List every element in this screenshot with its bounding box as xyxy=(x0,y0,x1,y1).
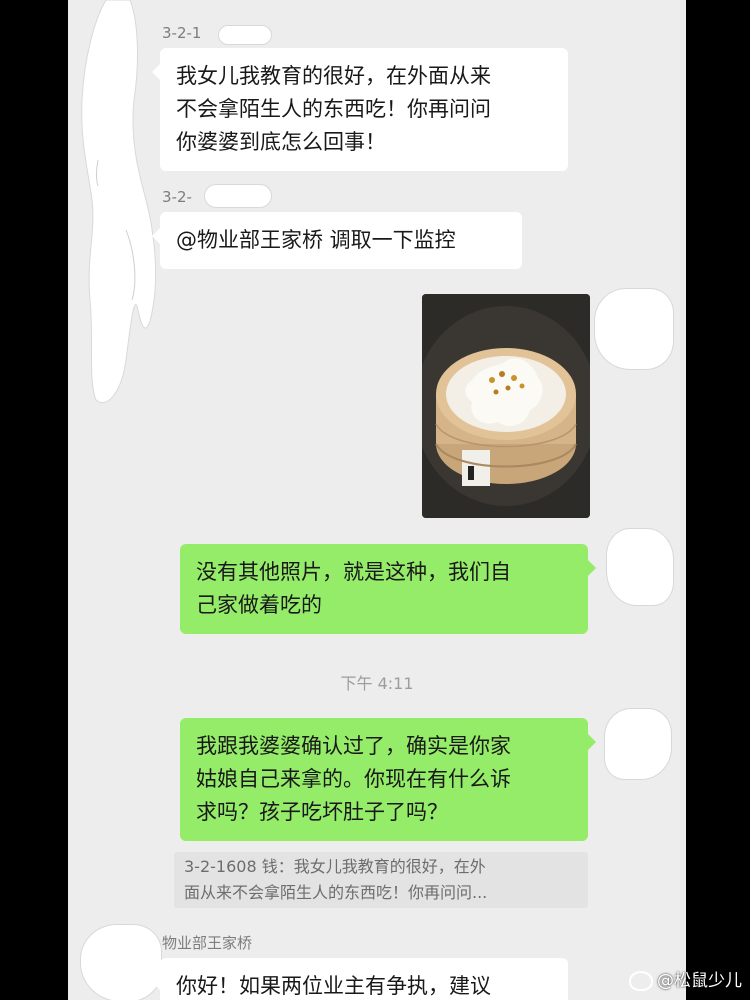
watermark: @松鼠少儿 xyxy=(629,966,742,991)
steamed-cake-photo[interactable] xyxy=(422,294,590,518)
message-6-line-1: 我跟我婆婆确认过了，确实是你家 xyxy=(196,734,511,758)
chat-screen[interactable]: 3-2-1 我女儿我教育的很好，在外面从来 不会拿陌生人的东西吃！你再问问 你婆… xyxy=(68,0,686,1000)
message-1-line-2: 不会拿陌生人的东西吃！你再问问 xyxy=(176,97,491,121)
message-6-line-3: 求吗？孩子吃坏肚子了吗？ xyxy=(196,800,448,824)
redacted-name-1 xyxy=(218,25,272,45)
message-4-line-1: 没有其他照片，就是这种，我们自 xyxy=(196,560,511,584)
redacted-avatar-self-2 xyxy=(606,528,674,606)
message-bubble-6[interactable]: 我跟我婆婆确认过了，确实是你家 姑娘自己来拿的。你现在有什么诉 求吗？孩子吃坏肚… xyxy=(180,718,596,841)
message-bubble-7[interactable]: 你好！如果两位业主有争执，建议 xyxy=(152,958,568,1000)
message-4-line-2: 己家做着吃的 xyxy=(196,593,322,617)
quoted-message[interactable]: 3-2-1608 钱：我女儿我教育的很好，在外 面从来不会拿陌生人的东西吃！你再… xyxy=(174,852,588,908)
right-black-border xyxy=(686,0,750,1000)
redacted-avatar-self-1 xyxy=(594,288,674,370)
redacted-avatar-property xyxy=(80,924,162,1000)
message-1-line-1: 我女儿我教育的很好，在外面从来 xyxy=(176,64,491,88)
message-bubble-4[interactable]: 没有其他照片，就是这种，我们自 己家做着吃的 xyxy=(180,544,596,634)
redacted-name-2 xyxy=(204,184,272,208)
message-6-line-2: 姑娘自己来拿的。你现在有什么诉 xyxy=(196,767,511,791)
redacted-avatar-scribble xyxy=(81,0,157,403)
sender-name-property: 物业部王家桥 xyxy=(162,934,253,952)
sender-name-2: 3-2- xyxy=(162,188,192,206)
message-2-text: @物业部王家桥 调取一下监控 xyxy=(176,228,456,252)
watermark-text: @松鼠少儿 xyxy=(657,971,742,991)
message-7-text: 你好！如果两位业主有争执，建议 xyxy=(176,974,491,998)
quote-line-2: 面从来不会拿陌生人的东西吃！你再问问... xyxy=(184,883,488,902)
message-bubble-1[interactable]: 我女儿我教育的很好，在外面从来 不会拿陌生人的东西吃！你再问问 你婆婆到底怎么回… xyxy=(152,48,568,171)
weibo-logo-icon xyxy=(629,971,653,991)
sender-name-1: 3-2-1 xyxy=(162,24,202,42)
timestamp: 下午 4:11 xyxy=(340,674,414,693)
left-black-border xyxy=(0,0,68,1000)
message-bubble-2[interactable]: @物业部王家桥 调取一下监控 xyxy=(152,212,522,269)
redacted-avatar-self-3 xyxy=(604,708,672,780)
quote-line-1: 3-2-1608 钱：我女儿我教育的很好，在外 xyxy=(184,857,486,876)
message-1-line-3: 你婆婆到底怎么回事！ xyxy=(176,130,386,154)
